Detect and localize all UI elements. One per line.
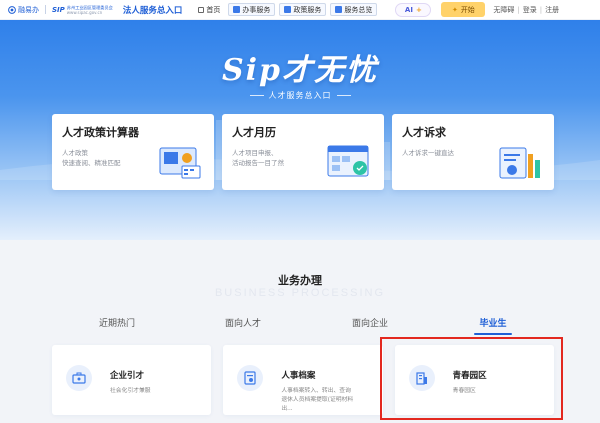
nav-policy-label: 政策服务 <box>293 5 322 14</box>
appeal-illustration-icon <box>499 147 540 179</box>
util-divider: | <box>517 5 520 14</box>
brand-logos[interactable]: 融易办 SIP 苏州工业园区管理委员会 www.sipac.gov.cn <box>8 5 113 15</box>
service-card-personnel-file[interactable]: 人事档案 人事档案转入、转出、查询退休人员档案提取(证明材料出... <box>223 345 383 415</box>
service-desc: 青春园区 <box>452 388 476 394</box>
user-utilities: 无障碍 | 登录 | 注册 <box>493 5 559 15</box>
service-card-enterprise-recruit[interactable]: 企业引才 社会化引才兼服 <box>52 345 212 415</box>
service-name: 青春园区 <box>452 371 487 381</box>
hero-cards: 人才政策计算器 人才政策 快速查阅、精准匹配 人才月历 人才项目申报、 活动报告… <box>52 114 554 190</box>
service-cards: 企业引才 社会化引才兼服 人事档案 人事档案转入、转出、查询退休人员档案提取(证… <box>52 345 554 415</box>
card-title: 人才月历 <box>232 126 276 139</box>
top-header: 融易办 SIP 苏州工业园区管理委员会 www.sipac.gov.cn 法人服… <box>0 0 600 20</box>
card-title: 人才诉求 <box>402 126 446 139</box>
nav-home-label: 首页 <box>206 5 221 14</box>
spark-icon: ✦ <box>451 5 458 14</box>
accessibility-link[interactable]: 无障碍 <box>493 5 514 15</box>
briefcase-icon <box>66 365 92 391</box>
nav-overview[interactable]: 服务总览 <box>330 3 378 16</box>
active-tab-indicator <box>474 333 512 335</box>
service-desc: 人事档案转入、转出、查询退休人员档案提取(证明材料出... <box>281 388 354 412</box>
calculator-illustration-icon <box>159 147 201 179</box>
nav-service-label: 办事服务 <box>242 5 271 14</box>
tab-recent-hot[interactable]: 近期热门 <box>99 316 135 329</box>
sipac-url: www.sipac.gov.cn <box>66 9 103 15</box>
sipac-logo[interactable]: SIP 苏州工业园区管理委员会 www.sipac.gov.cn <box>52 5 113 15</box>
start-button[interactable]: ✦ 开始 <box>441 2 486 17</box>
service-name: 企业引才 <box>110 371 145 381</box>
start-label: 开始 <box>460 5 475 14</box>
hero-banner: Sip才无忧 人才服务总入口 人才政策计算器 人才政策 快速查阅、精准匹配 人才… <box>0 20 600 240</box>
portal-title: 法人服务总入口 <box>122 5 183 16</box>
nav-policy[interactable]: 政策服务 <box>279 3 327 16</box>
brand-divider <box>45 5 46 14</box>
card-talent-calendar[interactable]: 人才月历 人才项目申报、 活动报告一目了然 <box>222 114 384 190</box>
overview-icon <box>335 6 343 13</box>
hero-subtitle: 人才服务总入口 <box>0 90 600 101</box>
tab-graduates[interactable]: 毕业生 <box>479 316 506 329</box>
sip-mark: SIP <box>52 5 65 14</box>
register-link[interactable]: 注册 <box>545 5 559 15</box>
card-talent-appeal[interactable]: 人才诉求 人才诉求一键直达 <box>392 114 554 190</box>
service-card-youth-park[interactable]: 青春园区 青春园区 <box>394 345 554 415</box>
home-icon <box>198 6 205 13</box>
ai-label: AI <box>404 5 413 14</box>
ai-assistant-button[interactable]: AI + <box>395 2 432 17</box>
policy-icon <box>284 6 292 13</box>
rongyiban-icon <box>8 5 16 14</box>
card-policy-calculator[interactable]: 人才政策计算器 人才政策 快速查阅、精准匹配 <box>52 114 214 190</box>
ai-plus-icon: + <box>415 5 422 14</box>
building-icon <box>408 365 435 391</box>
service-desc: 社会化引才兼服 <box>110 388 151 394</box>
hero-title: Sip才无忧 <box>221 53 379 88</box>
rongyiban-logo[interactable]: 融易办 <box>8 5 39 15</box>
nav-service[interactable]: 办事服务 <box>228 3 276 16</box>
service-icon <box>233 6 241 13</box>
section-title: 业务办理 <box>278 274 322 287</box>
nav-overview-label: 服务总览 <box>344 5 373 14</box>
business-section: BUSINESS PROCESSING 业务办理 近期热门 面向人才 面向企业 … <box>0 240 600 423</box>
tab-for-talent[interactable]: 面向人才 <box>225 316 261 329</box>
tab-for-enterprise[interactable]: 面向企业 <box>352 316 388 329</box>
card-title: 人才政策计算器 <box>62 126 139 139</box>
rongyiban-label: 融易办 <box>18 5 39 14</box>
calendar-illustration-icon <box>327 145 369 177</box>
service-name: 人事档案 <box>281 371 316 381</box>
nav-home[interactable]: 首页 <box>194 3 224 16</box>
document-icon <box>237 365 264 391</box>
main-nav: 首页 办事服务 政策服务 服务总览 <box>194 3 378 16</box>
login-link[interactable]: 登录 <box>523 5 537 15</box>
category-tabs: 近期热门 面向人才 面向企业 毕业生 <box>0 316 600 336</box>
util-divider: | <box>539 5 543 14</box>
section-title-en: BUSINESS PROCESSING <box>214 287 386 299</box>
